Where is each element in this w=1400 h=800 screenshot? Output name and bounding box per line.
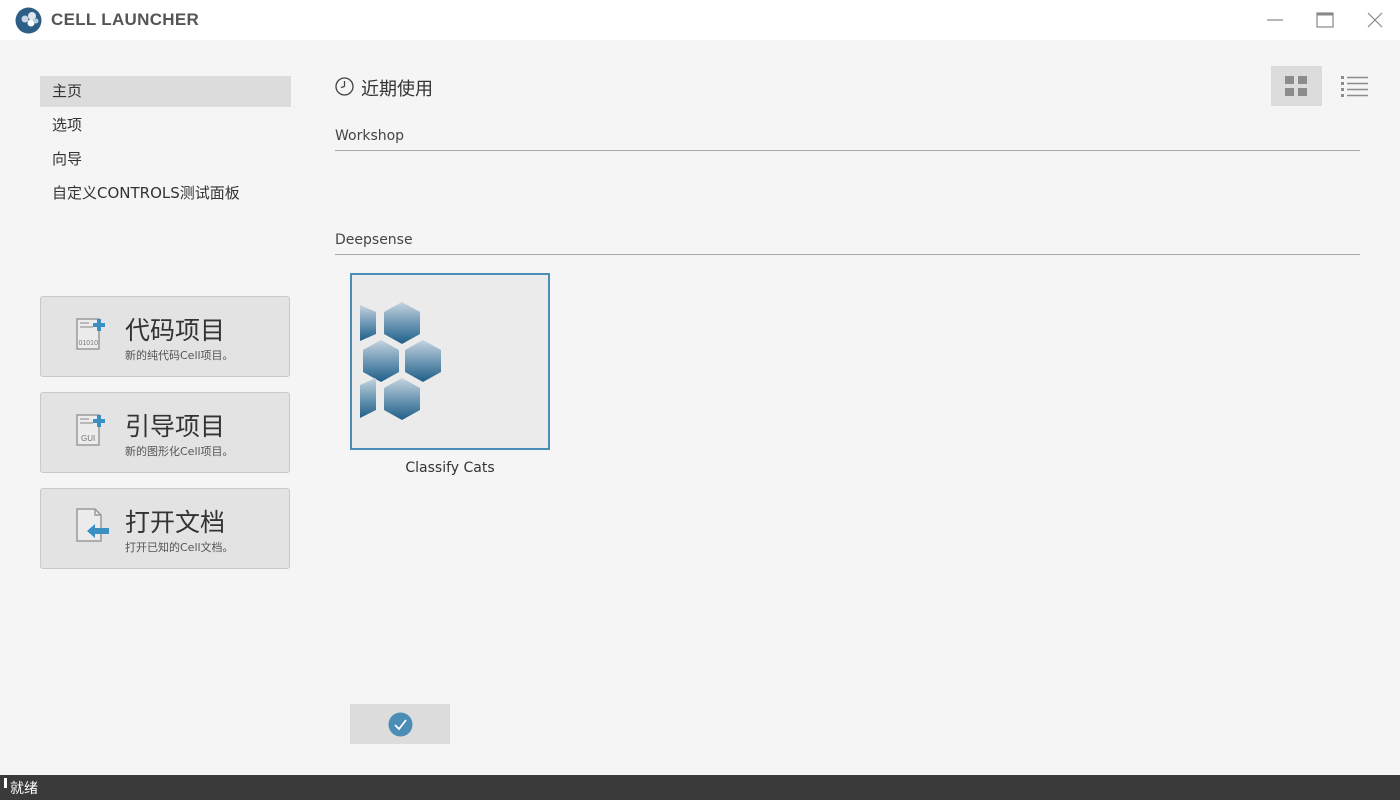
nav-item-wizard[interactable]: 向导 bbox=[40, 144, 291, 175]
title-bar: CELL LAUNCHER bbox=[0, 0, 1400, 40]
new-code-project-button[interactable]: 01010 代码项目 新的纯代码Cell项目。 bbox=[40, 296, 290, 377]
code-project-icon-text: 01010 bbox=[79, 340, 99, 347]
open-document-button[interactable]: 打开文档 打开已知的Cell文档。 bbox=[40, 488, 290, 569]
section-divider bbox=[335, 254, 1360, 255]
confirm-button[interactable] bbox=[350, 704, 450, 744]
close-icon[interactable] bbox=[1363, 8, 1387, 32]
recent-title: 近期使用 bbox=[361, 79, 433, 100]
grid-view-button[interactable] bbox=[1271, 66, 1322, 106]
cell-hexagon-icon bbox=[360, 302, 441, 420]
minimize-icon[interactable] bbox=[1263, 8, 1287, 32]
nav-item-custom-controls[interactable]: 自定义CONTROLS测试面板 bbox=[40, 178, 291, 209]
project-name[interactable]: Classify Cats bbox=[350, 460, 550, 476]
grid-icon bbox=[1285, 76, 1307, 96]
list-view-icon[interactable] bbox=[1336, 71, 1372, 101]
gui-project-icon: GUI bbox=[76, 414, 105, 446]
clock-icon bbox=[335, 77, 354, 96]
new-gui-project-button[interactable]: GUI 引导项目 新的图形化Cell项目。 bbox=[40, 392, 290, 473]
status-indicator bbox=[4, 778, 7, 788]
gui-project-icon-text: GUI bbox=[81, 434, 95, 443]
nav-item-options[interactable]: 选项 bbox=[40, 110, 291, 141]
tile-subtitle: 新的图形化Cell项目。 bbox=[125, 445, 234, 458]
project-card[interactable] bbox=[350, 273, 550, 450]
checkmark-icon bbox=[388, 712, 413, 737]
tile-title: 打开文档 bbox=[125, 508, 226, 537]
tile-title: 代码项目 bbox=[125, 316, 226, 345]
nav-item-home[interactable]: 主页 bbox=[40, 76, 291, 107]
section-divider bbox=[335, 150, 1360, 151]
status-text: 就绪 bbox=[10, 781, 38, 797]
tile-subtitle: 新的纯代码Cell项目。 bbox=[125, 349, 234, 362]
tile-subtitle: 打开已知的Cell文档。 bbox=[125, 541, 234, 554]
app-title: CELL LAUNCHER bbox=[51, 10, 200, 29]
tile-title: 引导项目 bbox=[125, 412, 226, 441]
cell-logo-icon bbox=[15, 7, 42, 34]
status-bar: 就绪 bbox=[0, 775, 1400, 800]
open-document-icon bbox=[76, 508, 109, 542]
section-label-workshop: Workshop bbox=[335, 128, 405, 144]
maximize-icon[interactable] bbox=[1313, 8, 1337, 32]
code-project-icon: 01010 bbox=[76, 318, 105, 350]
section-label-deepsense: Deepsense bbox=[335, 232, 413, 248]
